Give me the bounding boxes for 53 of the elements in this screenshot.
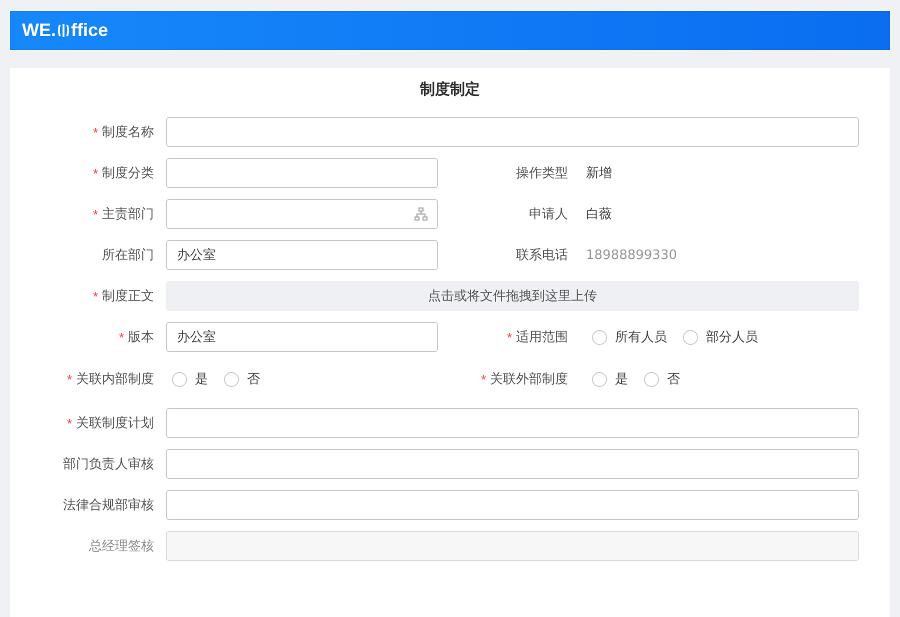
org-chart-icon[interactable] [414, 207, 428, 221]
radio-label[interactable]: 否 [247, 370, 260, 388]
required-mark: * [92, 288, 98, 304]
field-label: 制度名称 [102, 124, 154, 141]
field-value: 白薇 [586, 206, 612, 223]
field-value: 新增 [586, 165, 612, 182]
radio-button[interactable] [224, 372, 239, 386]
radio-label[interactable]: 是 [615, 370, 628, 388]
required-mark: * [66, 372, 72, 386]
field-label: 所在部门 [102, 247, 154, 264]
field-label: 制度正文 [102, 288, 154, 305]
field-label: 制度分类 [102, 165, 154, 182]
input-field[interactable] [166, 449, 859, 479]
field-label: 关联制度计划 [76, 415, 154, 432]
radio-label[interactable]: 否 [667, 370, 680, 388]
field-label: 申请人 [529, 206, 568, 223]
field-label: 关联内部制度 [76, 371, 154, 388]
input-field[interactable] [166, 158, 438, 188]
radio-label[interactable]: 部分人员 [706, 328, 758, 346]
required-mark: * [92, 206, 98, 222]
field-label: 部门负责人审核 [63, 456, 154, 473]
department-picker-field[interactable] [166, 199, 438, 229]
field-label: 主责部门 [102, 206, 154, 223]
required-mark: * [92, 124, 98, 140]
input-field[interactable] [166, 408, 859, 438]
radio-label[interactable]: 是 [195, 370, 208, 388]
field-label: 操作类型 [516, 165, 568, 182]
form-title: 制度制定 [418, 80, 481, 99]
radio-button[interactable] [172, 372, 187, 386]
input-field[interactable]: 办公室 [166, 322, 438, 352]
logo-mark-icon [57, 23, 70, 38]
field-value: 18988899330 [586, 248, 677, 262]
field-label: 适用范围 [516, 329, 568, 346]
field-label: 版本 [128, 329, 154, 346]
input-field[interactable] [166, 490, 859, 520]
required-mark: * [118, 330, 124, 344]
input-field[interactable] [166, 117, 859, 147]
upload-area[interactable]: 点击或将文件拖拽到这里上传 [166, 281, 859, 311]
radio-button[interactable] [592, 372, 607, 386]
radio-button[interactable] [683, 330, 698, 344]
radio-label[interactable]: 所有人员 [615, 328, 667, 346]
required-mark: * [92, 166, 98, 180]
input-field[interactable]: 办公室 [166, 240, 438, 270]
field-label: 联系电话 [516, 247, 568, 264]
required-mark: * [66, 416, 72, 430]
radio-button[interactable] [644, 372, 659, 386]
required-mark: * [506, 330, 512, 344]
radio-button[interactable] [592, 330, 607, 344]
field-label: 总经理签核 [89, 538, 154, 555]
logo: WE. ffice [22, 20, 108, 41]
field-label: 法律合规部审核 [63, 497, 154, 514]
field-label: 关联外部制度 [490, 371, 568, 388]
required-mark: * [480, 372, 486, 386]
